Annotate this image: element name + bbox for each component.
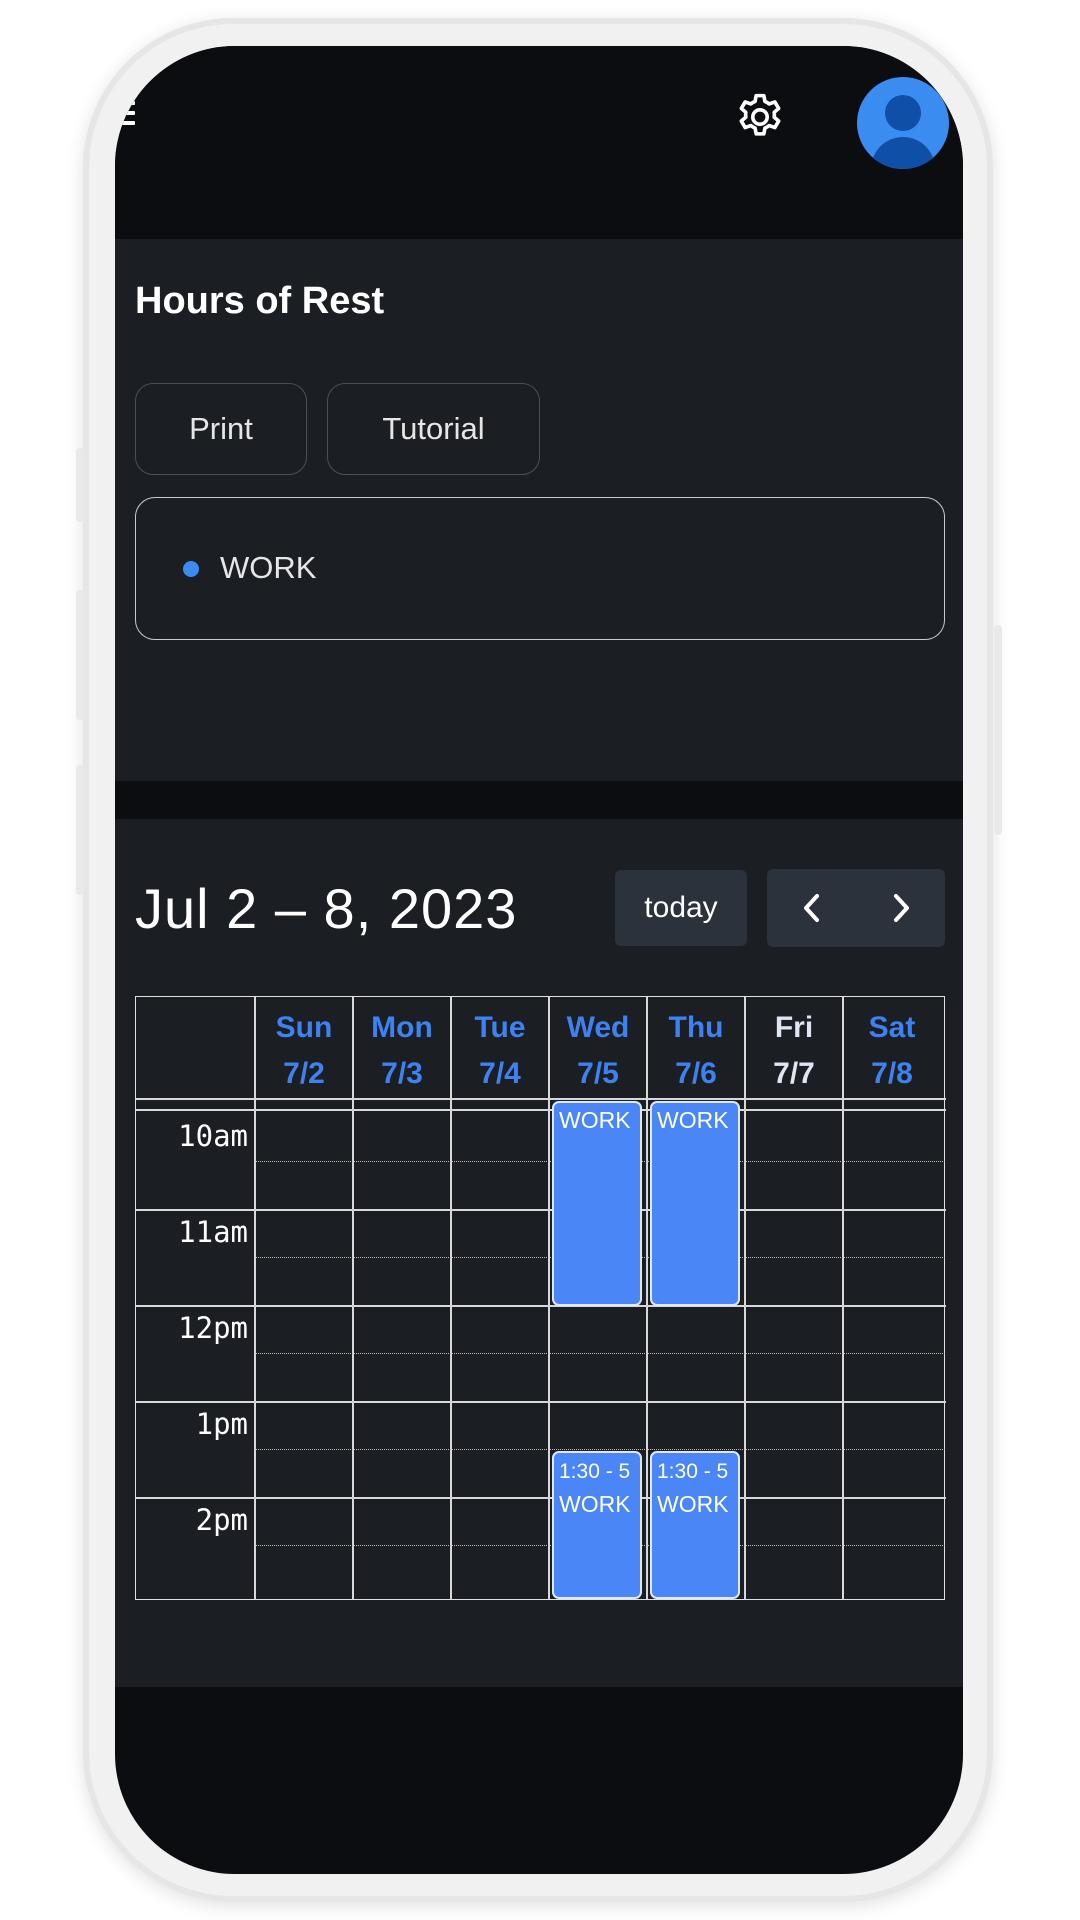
time-label-2pm: 2pm	[195, 1503, 248, 1537]
event-work-thu-morning[interactable]: WORK	[650, 1101, 740, 1306]
legend-box: WORK	[135, 497, 945, 640]
grid-line	[136, 1209, 946, 1211]
day-header-thu[interactable]: Thu 7/6	[647, 1005, 745, 1097]
grid-line	[136, 1401, 946, 1403]
chevron-left-icon	[803, 894, 819, 922]
grid-line	[255, 1449, 945, 1450]
grid-line	[255, 1353, 945, 1354]
event-work-wed-morning[interactable]: WORK	[552, 1101, 642, 1306]
day-header-sat[interactable]: Sat 7/8	[843, 1005, 941, 1097]
event-label: WORK	[657, 1491, 729, 1517]
app-screen: Hours of Rest Print Tutorial WORK Jul 2 …	[115, 46, 963, 1874]
event-label: WORK	[657, 1107, 729, 1133]
grid-line	[136, 1305, 946, 1307]
calendar-range-title: Jul 2 – 8, 2023	[135, 877, 518, 940]
event-work-wed-afternoon[interactable]: 1:30 - 5 WORK	[552, 1451, 642, 1599]
event-work-thu-afternoon[interactable]: 1:30 - 5 WORK	[650, 1451, 740, 1599]
event-time: 1:30 - 5	[559, 1460, 631, 1483]
tutorial-button[interactable]: Tutorial	[327, 383, 540, 475]
day-header-mon[interactable]: Mon 7/3	[353, 1005, 451, 1097]
gear-icon[interactable]	[733, 90, 787, 144]
legend-label-work: WORK	[220, 550, 317, 585]
event-label: WORK	[559, 1107, 631, 1133]
grid-line	[136, 1497, 946, 1499]
chevron-right-icon	[893, 894, 909, 922]
calendar-nav-group	[767, 869, 945, 947]
day-header-tue[interactable]: Tue 7/4	[451, 1005, 549, 1097]
today-button[interactable]: today	[615, 870, 747, 946]
time-label-1pm: 1pm	[195, 1407, 248, 1441]
header-divider	[136, 1098, 946, 1100]
print-button[interactable]: Print	[135, 383, 307, 475]
time-label-12pm: 12pm	[178, 1311, 248, 1345]
phone-side-button	[76, 590, 84, 720]
time-label-11am: 11am	[178, 1215, 248, 1249]
grid-line	[136, 1109, 946, 1111]
phone-power-button	[994, 625, 1002, 835]
week-calendar-grid: Sun 7/2 Mon 7/3 Tue 7/4 Wed 7/5 Thu 7/6 Fri 7/…	[135, 996, 946, 1600]
next-week-button[interactable]	[856, 869, 945, 947]
day-header-wed[interactable]: Wed 7/5	[549, 1005, 647, 1097]
user-avatar-icon[interactable]	[857, 77, 949, 169]
day-header-sun[interactable]: Sun 7/2	[255, 1005, 353, 1097]
page-title: Hours of Rest	[135, 280, 385, 322]
event-label: WORK	[559, 1491, 631, 1517]
time-label-10am: 10am	[178, 1119, 248, 1153]
phone-side-button	[76, 448, 84, 522]
legend-dot-work	[183, 561, 199, 577]
day-header-fri-today[interactable]: Fri 7/7	[745, 1005, 843, 1097]
hamburger-icon[interactable]	[119, 101, 135, 131]
event-time: 1:30 - 5	[657, 1460, 729, 1483]
phone-side-button	[76, 765, 84, 895]
prev-week-button[interactable]	[767, 869, 856, 947]
top-bar	[115, 46, 963, 204]
